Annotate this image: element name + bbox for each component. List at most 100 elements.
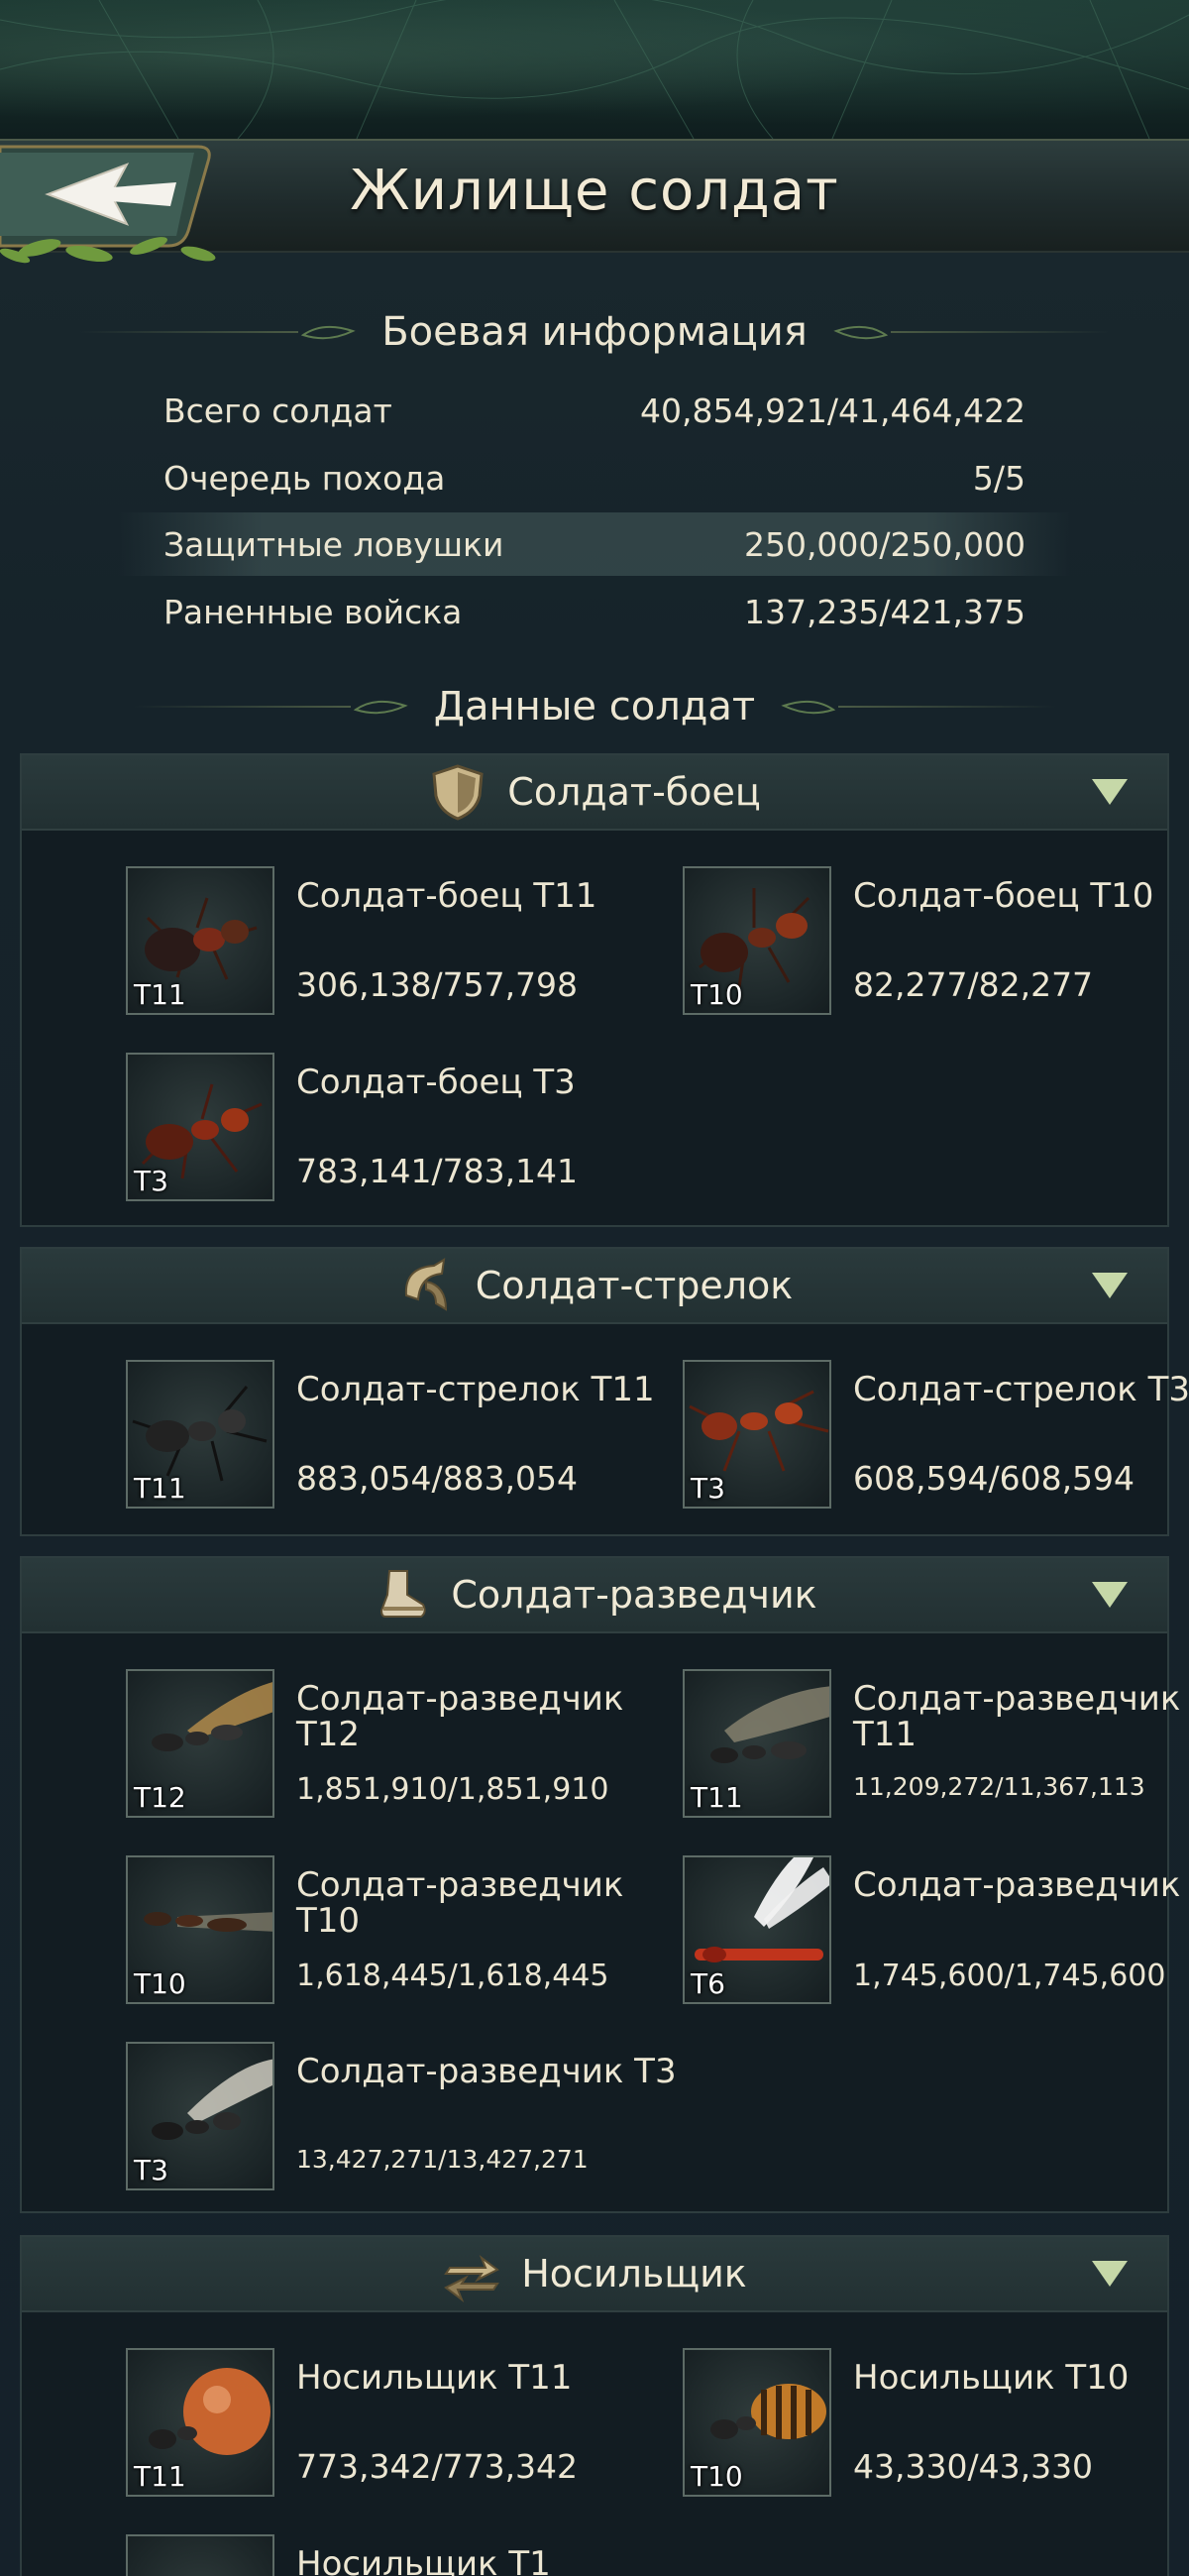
top-decoration: [0, 0, 1189, 139]
unit-card[interactable]: Носильщик T1: [126, 2534, 681, 2576]
category-shooter: Солдат-стрелок T11 Солдат-стрелок T11 88…: [20, 1247, 1189, 1536]
chevron-down-icon: [1092, 2261, 1128, 2287]
tier-badge: T11: [691, 1781, 743, 1814]
battle-info-heading: Боевая информация: [0, 302, 1189, 362]
ant-portrait[interactable]: T3: [126, 2042, 274, 2190]
unit-name: Носильщик T11: [296, 2358, 573, 2398]
ant-portrait[interactable]: T10: [126, 1855, 274, 2004]
unit-card[interactable]: T3 Солдат-боец T3 783,141/783,141: [126, 1053, 681, 1211]
unit-card[interactable]: T11 Солдат-боец T11 306,138/757,798: [126, 866, 681, 1025]
info-value: 137,235/421,375: [743, 592, 1026, 631]
chevron-down-icon: [1092, 1582, 1128, 1608]
tier-badge: T3: [134, 2154, 168, 2186]
ant-portrait[interactable]: T11: [126, 2348, 274, 2497]
info-value: 5/5: [972, 458, 1026, 498]
unit-count: 306,138/757,798: [296, 965, 579, 1004]
category-title: Солдат-боец: [507, 770, 761, 814]
category-title: Солдат-стрелок: [475, 1264, 794, 1307]
category-title: Носильщик: [521, 2252, 747, 2296]
bow-icon: [404, 1258, 447, 1311]
tier-badge: T11: [134, 2460, 186, 2493]
unit-name: Солдат-разведчик T12: [296, 1679, 624, 1754]
unit-name: Солдат-разведчик T10: [296, 1865, 624, 1941]
unit-count: 13,427,271/13,427,271: [296, 2145, 589, 2174]
category-header-fighter[interactable]: Солдат-боец: [22, 755, 1167, 831]
unit-count: 1,618,445/1,618,445: [296, 1959, 609, 1993]
unit-count: 883,054/883,054: [296, 1459, 579, 1498]
category-header-carrier[interactable]: Носильщик: [22, 2237, 1167, 2312]
unit-card[interactable]: T3 Солдат-стрелок T3 608,594/608,594: [683, 1360, 1189, 1518]
ant-portrait[interactable]: T12: [126, 1669, 274, 1818]
soldier-data-heading: Данные солдат: [0, 677, 1189, 736]
unit-name: Солдат-разведчик T3: [296, 2052, 677, 2091]
ant-portrait[interactable]: T6: [683, 1855, 831, 2004]
unit-name: Солдат-разведчик T11: [853, 1679, 1181, 1754]
unit-name: Солдат-разведчик T6: [853, 1865, 1189, 1905]
category-fighter: Солдат-боец T11 Солдат-боец T11 306,138/…: [20, 753, 1169, 1227]
info-row-total-soldiers: Всего солдат 40,854,921/41,464,422: [119, 379, 1070, 442]
tier-badge: T12: [134, 1781, 186, 1814]
category-header-shooter[interactable]: Солдат-стрелок: [22, 1249, 1167, 1324]
unit-card[interactable]: T11 Солдат-стрелок T11 883,054/883,054: [126, 1360, 681, 1518]
tier-badge: T10: [691, 2460, 743, 2493]
ant-portrait[interactable]: T11: [683, 1669, 831, 1818]
tier-badge: T10: [691, 978, 743, 1011]
ant-portrait[interactable]: T11: [126, 1360, 274, 1509]
unit-count: 608,594/608,594: [853, 1459, 1135, 1498]
unit-count: 783,141/783,141: [296, 1152, 579, 1190]
unit-card[interactable]: T12 Солдат-разведчик T12 1,851,910/1,851…: [126, 1669, 681, 1828]
tier-badge: T11: [134, 1472, 186, 1505]
category-header-scout[interactable]: Солдат-разведчик: [22, 1558, 1167, 1633]
unit-card[interactable]: T11 Солдат-разведчик T11 11,209,272/11,3…: [683, 1669, 1189, 1828]
chevron-down-icon: [1092, 1273, 1128, 1298]
unit-card[interactable]: T3 Солдат-разведчик T3 13,427,271/13,427…: [126, 2042, 681, 2200]
unit-name: Солдат-стрелок T11: [296, 1370, 655, 1409]
unit-count: 1,745,600/1,745,600: [853, 1959, 1166, 1993]
tier-badge: T3: [691, 1472, 725, 1505]
unit-name: Солдат-стрелок T3: [853, 1370, 1189, 1409]
unit-count: 1,851,910/1,851,910: [296, 1772, 609, 1807]
info-label: Очередь похода: [163, 458, 446, 498]
tier-badge: T3: [134, 1165, 168, 1197]
ant-portrait[interactable]: T10: [683, 866, 831, 1015]
unit-card[interactable]: T10 Солдат-боец T10 82,277/82,277: [683, 866, 1189, 1025]
info-row-defense-traps: Защитные ловушки 250,000/250,000: [119, 512, 1070, 576]
category-title: Солдат-разведчик: [451, 1573, 817, 1617]
leaf-ornament-icon: [833, 325, 889, 340]
tier-badge: T6: [691, 1967, 725, 2000]
unit-name: Солдат-боец T11: [296, 876, 597, 916]
ant-portrait[interactable]: T3: [126, 1053, 274, 1201]
ant-portrait[interactable]: T11: [126, 866, 274, 1015]
unit-name: Солдат-боец T10: [853, 876, 1154, 916]
leaf-ornament-icon: [353, 700, 408, 715]
unit-count: 43,330/43,330: [853, 2447, 1094, 2486]
leaf-ornament-icon: [300, 325, 356, 340]
unit-count: 82,277/82,277: [853, 965, 1094, 1004]
page-title: Жилище солдат: [350, 159, 839, 223]
shield-icon: [432, 764, 484, 821]
category-carrier: Носильщик T11 Носильщик T11 773,342/773,…: [20, 2235, 1169, 2576]
unit-card[interactable]: T11 Носильщик T11 773,342/773,342: [126, 2348, 681, 2507]
unit-card[interactable]: T6 Солдат-разведчик T6 1,745,600/1,745,6…: [683, 1855, 1189, 2014]
ant-portrait[interactable]: [126, 2534, 274, 2576]
unit-name: Носильщик T10: [853, 2358, 1130, 2398]
ant-portrait[interactable]: T10: [683, 2348, 831, 2497]
unit-name: Солдат-боец T3: [296, 1063, 576, 1102]
boot-icon: [380, 1570, 426, 1618]
unit-name: Носильщик T1: [296, 2544, 551, 2576]
transfer-arrows-icon: [444, 2255, 500, 2302]
info-value: 250,000/250,000: [743, 524, 1026, 564]
unit-count: 11,209,272/11,367,113: [853, 1772, 1145, 1801]
ant-portrait[interactable]: T3: [683, 1360, 831, 1509]
info-row-wounded: Раненные войска 137,235/421,375: [119, 580, 1070, 643]
info-row-march-queue: Очередь похода 5/5: [119, 446, 1070, 509]
tier-badge: T10: [134, 1967, 186, 2000]
unit-card[interactable]: T10 Носильщик T10 43,330/43,330: [683, 2348, 1189, 2507]
chevron-down-icon: [1092, 779, 1128, 805]
info-label: Защитные ловушки: [163, 524, 504, 564]
category-scout: Солдат-разведчик T12 Солдат-разведчик T1…: [20, 1556, 1189, 2213]
unit-card[interactable]: T10 Солдат-разведчик T10 1,618,445/1,618…: [126, 1855, 681, 2014]
tier-badge: T11: [134, 978, 186, 1011]
info-label: Раненные войска: [163, 592, 463, 631]
leaf-ornament-icon: [781, 700, 836, 715]
